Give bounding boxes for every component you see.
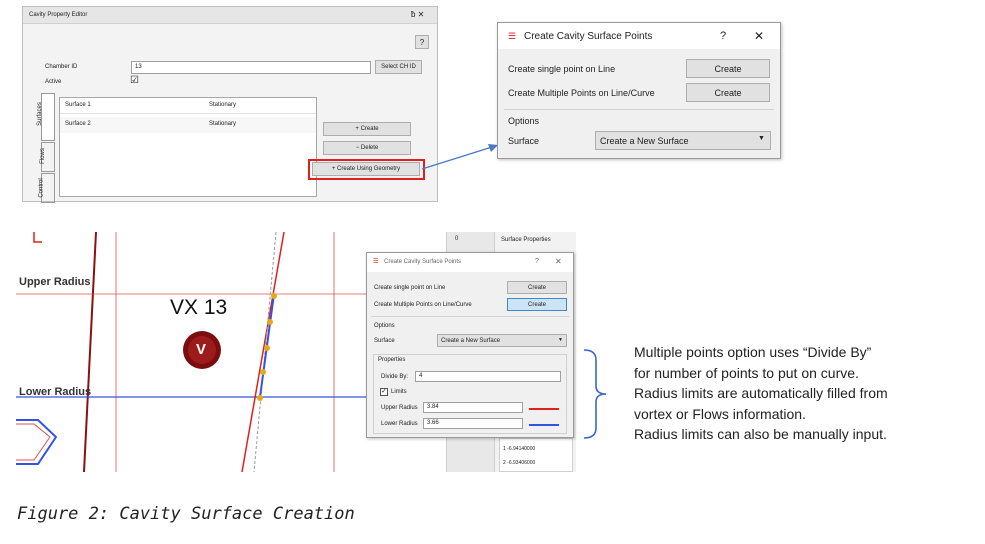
select-ch-id-button[interactable]: Select CH ID bbox=[375, 60, 422, 74]
single-point-label: Create single point on Line bbox=[508, 64, 616, 74]
create-using-geometry-button[interactable]: + Create Using Geometry bbox=[312, 162, 420, 176]
upper-radius-label: Upper Radius bbox=[19, 276, 91, 288]
panel-title: Surface Properties bbox=[501, 237, 551, 243]
options-label: Options bbox=[508, 116, 540, 126]
row-name: Surface 1 bbox=[65, 102, 91, 108]
curve-point bbox=[264, 345, 270, 351]
curve-point bbox=[257, 395, 263, 401]
annotation-line: Multiple points option uses “Divide By” bbox=[634, 344, 872, 360]
annotation-line: for number of points to put on curve. bbox=[634, 364, 859, 381]
surface-label: Surface bbox=[374, 338, 395, 344]
single-create-button[interactable]: Create bbox=[686, 59, 770, 78]
annotation-line: vortex or Flows information. bbox=[634, 405, 806, 422]
lower-radius-label: Lower Radius bbox=[381, 421, 418, 427]
dialog-title: Create Cavity Surface Points bbox=[524, 31, 653, 42]
close-icon[interactable]: ✕ bbox=[754, 29, 764, 43]
single-point-label: Create single point on Line bbox=[374, 285, 446, 291]
active-label: Active bbox=[45, 79, 62, 85]
dialog-title: Create Cavity Surface Points bbox=[384, 259, 462, 265]
editor-help-button[interactable]: ? bbox=[415, 35, 429, 49]
create-button[interactable]: + Create bbox=[323, 122, 411, 136]
properties-label: Properties bbox=[378, 357, 406, 363]
divide-by-label: Divide By: bbox=[381, 374, 409, 380]
cavity-property-editor: Cavity Property Editor ƀ ✕ ? Chamber ID … bbox=[22, 6, 438, 203]
tab-surfaces-label: Surfaces bbox=[36, 102, 43, 126]
row-type: Stationary bbox=[209, 102, 237, 108]
multiple-points-label: Create Multiple Points on Line/Curve bbox=[508, 88, 655, 98]
bracket bbox=[583, 349, 607, 439]
table-row[interactable] bbox=[60, 117, 316, 133]
multiple-create-button[interactable]: Create bbox=[686, 83, 770, 102]
multiple-points-label: Create Multiple Points on Line/Curve bbox=[374, 302, 472, 308]
multiple-create-button[interactable]: Create bbox=[507, 298, 567, 311]
lower-radius-swatch bbox=[529, 424, 559, 426]
surface-select-value: Create a New Surface bbox=[600, 136, 689, 146]
dark-red-line bbox=[83, 232, 97, 472]
panel-row: 2 -6.93406000 bbox=[503, 460, 536, 466]
chamber-id-input[interactable]: 13 bbox=[131, 61, 371, 74]
lower-radius-input[interactable]: 3.66 bbox=[423, 418, 523, 429]
chevron-down-icon: ▼ bbox=[558, 337, 563, 343]
row-type: Stationary bbox=[209, 121, 237, 127]
chamber-id-label: Chamber ID bbox=[45, 64, 78, 70]
divider bbox=[504, 109, 774, 110]
cavity-icon: ☰ bbox=[508, 31, 517, 41]
tab-control-label: Control bbox=[38, 178, 45, 198]
panel-row: 1 -6.94140000 bbox=[503, 446, 536, 452]
delete-button[interactable]: − Delete bbox=[323, 141, 411, 155]
upper-radius-swatch bbox=[529, 408, 559, 410]
divider bbox=[371, 316, 569, 317]
surface-select-value: Create a New Surface bbox=[441, 338, 501, 344]
close-icon[interactable]: ✕ bbox=[555, 257, 562, 266]
editor-title-icons[interactable]: ƀ ✕ bbox=[411, 10, 424, 19]
curve-point bbox=[260, 369, 266, 375]
panel-o-icon[interactable]: 0 bbox=[455, 236, 458, 242]
figure-caption: Figure 2: Cavity Surface Creation bbox=[17, 504, 355, 524]
create-points-dialog-top: ☰ Create Cavity Surface Points ? ✕ Creat… bbox=[497, 22, 781, 159]
vortex-badge-letter: V bbox=[196, 341, 207, 358]
limits-label: Limits bbox=[391, 389, 407, 395]
help-icon[interactable]: ? bbox=[720, 30, 726, 42]
chevron-down-icon: ▼ bbox=[758, 135, 765, 142]
corner-marker bbox=[33, 232, 42, 243]
upper-radius-label: Upper Radius bbox=[381, 405, 418, 411]
help-icon[interactable]: ? bbox=[535, 258, 539, 265]
lower-radius-label: Lower Radius bbox=[19, 386, 92, 398]
panel-table bbox=[499, 438, 573, 472]
editor-title: Cavity Property Editor bbox=[29, 12, 88, 18]
annotation-line: Radius limits can also be manually input… bbox=[634, 426, 887, 442]
curve-point bbox=[271, 293, 277, 299]
curve-red-line bbox=[241, 232, 285, 472]
create-points-dialog-bottom: ☰ Create Cavity Surface Points ? ✕ Creat… bbox=[366, 252, 574, 438]
table-row[interactable] bbox=[60, 98, 316, 114]
single-create-button[interactable]: Create bbox=[507, 281, 567, 294]
active-checkbox[interactable]: ☑ bbox=[130, 75, 139, 86]
upper-radius-input[interactable]: 3.84 bbox=[423, 402, 523, 413]
options-label: Options bbox=[374, 323, 395, 329]
limits-checkbox[interactable]: ✓ bbox=[380, 388, 388, 396]
curve-point bbox=[267, 319, 273, 325]
divide-by-input[interactable]: 4 bbox=[415, 371, 561, 382]
cavity-icon: ☰ bbox=[373, 259, 379, 265]
annotation-line: Radius limits are automatically filled f… bbox=[634, 385, 888, 401]
connector-arrow bbox=[421, 144, 498, 170]
curve-grey-line bbox=[253, 232, 277, 472]
annotation-text: Multiple points option uses “Divide By” … bbox=[634, 342, 888, 445]
vortex-label: VX 13 bbox=[170, 296, 228, 319]
row-name: Surface 2 bbox=[65, 121, 91, 127]
surface-label: Surface bbox=[508, 136, 540, 146]
tab-surfaces[interactable] bbox=[41, 93, 55, 141]
tab-flows-label: Flows bbox=[39, 148, 46, 164]
